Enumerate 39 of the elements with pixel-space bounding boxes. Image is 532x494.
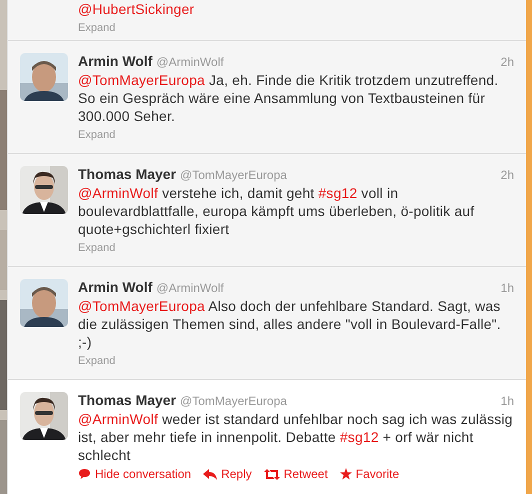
retweet-action[interactable]: Retweet [264,467,328,481]
favorite-action[interactable]: Favorite [340,467,400,481]
user-handle[interactable]: @TomMayerEuropa [180,394,287,408]
tweet-card[interactable]: Thomas Mayer @TomMayerEuropa 2h @ArminWolf verstehe ich, damit geht #sg12 voll in boulevardblattfalle, europa kämpft ums überleben, ö-politik auf quote+gschichterl fixiert Expand [8,154,526,267]
expand-link[interactable]: Expand [78,242,116,254]
expand-link[interactable]: Expand [78,22,116,34]
tweet-text: @TomMayerEuropa Ja, eh. Finde die Kritik trotzdem unzutreffend. So ein Gespräch wäre eine Ansammlung von Textbausteinen für 300.000 Seher. [78,71,500,125]
tweet-card[interactable]: Armin Wolf @ArminWolf 1h @TomMayerEuropa Also doch der unfehlbare Standard. Sagt, was die zulässigen Themen sind, alles andere "voll in Boulevard-Falle". ;-) Expand [8,267,526,380]
user-handle[interactable]: @ArminWolf [156,55,224,69]
tweet-text: @TomMayerEuropa Also doch der unfehlbare Standard. Sagt, was die zulässigen Themen sind, alles andere "voll in Boulevard-Falle". ;-) [78,297,502,351]
user-handle[interactable]: @ArminWolf [156,281,224,295]
user-name[interactable]: Armin Wolf [78,53,152,69]
expand-link[interactable]: Expand [78,355,116,367]
mention-link[interactable]: @ArminWolf [78,411,158,427]
mention-link[interactable]: @HubertSickinger [78,1,194,17]
mention-link[interactable]: @TomMayerEuropa [78,72,205,88]
hashtag-link[interactable]: #sg12 [318,185,358,201]
reply-action[interactable]: Reply [203,467,252,481]
retweet-icon [264,468,280,480]
tweet-card[interactable]: @HubertSickinger Expand [8,0,526,41]
tweet-time[interactable]: 1h [500,281,514,295]
expand-link[interactable]: Expand [78,129,116,141]
user-name[interactable]: Armin Wolf [78,279,152,295]
mention-link[interactable]: @TomMayerEuropa [78,298,205,314]
mention-link[interactable]: @ArminWolf [78,185,158,201]
tweet-time[interactable]: 2h [500,168,514,182]
user-handle[interactable]: @TomMayerEuropa [180,168,287,182]
hashtag-link[interactable]: #sg12 [340,429,379,445]
reply-arrow-icon [203,468,218,480]
tweet-text: @ArminWolf verstehe ich, damit geht #sg12 voll in boulevardblattfalle, europa kämpft ums überleben, ö-politik auf quote+gschichterl fixiert [78,184,476,238]
speech-bubble-icon [78,468,91,480]
conversation-action[interactable]: Hide conversation [78,467,192,481]
tweet-text: @ArminWolf weder ist standard unfehlbar noch sag ich was zulässig ist, aber mehr tiefe in innenpolit. Debatte #sg12 + orf wär nicht schlecht [78,410,514,464]
tweet-card[interactable]: Armin Wolf @ArminWolf 2h @TomMayerEuropa Ja, eh. Finde die Kritik trotzdem unzutreffend. So ein Gespräch wäre eine Ansammlung von Textbausteinen für 300.000 Seher. Expand [8,41,526,154]
star-icon [340,468,352,480]
user-name[interactable]: Thomas Mayer [78,166,176,182]
tweet-time[interactable]: 2h [500,55,514,69]
tweet-time[interactable]: 1h [500,394,514,408]
user-name[interactable]: Thomas Mayer [78,392,176,408]
